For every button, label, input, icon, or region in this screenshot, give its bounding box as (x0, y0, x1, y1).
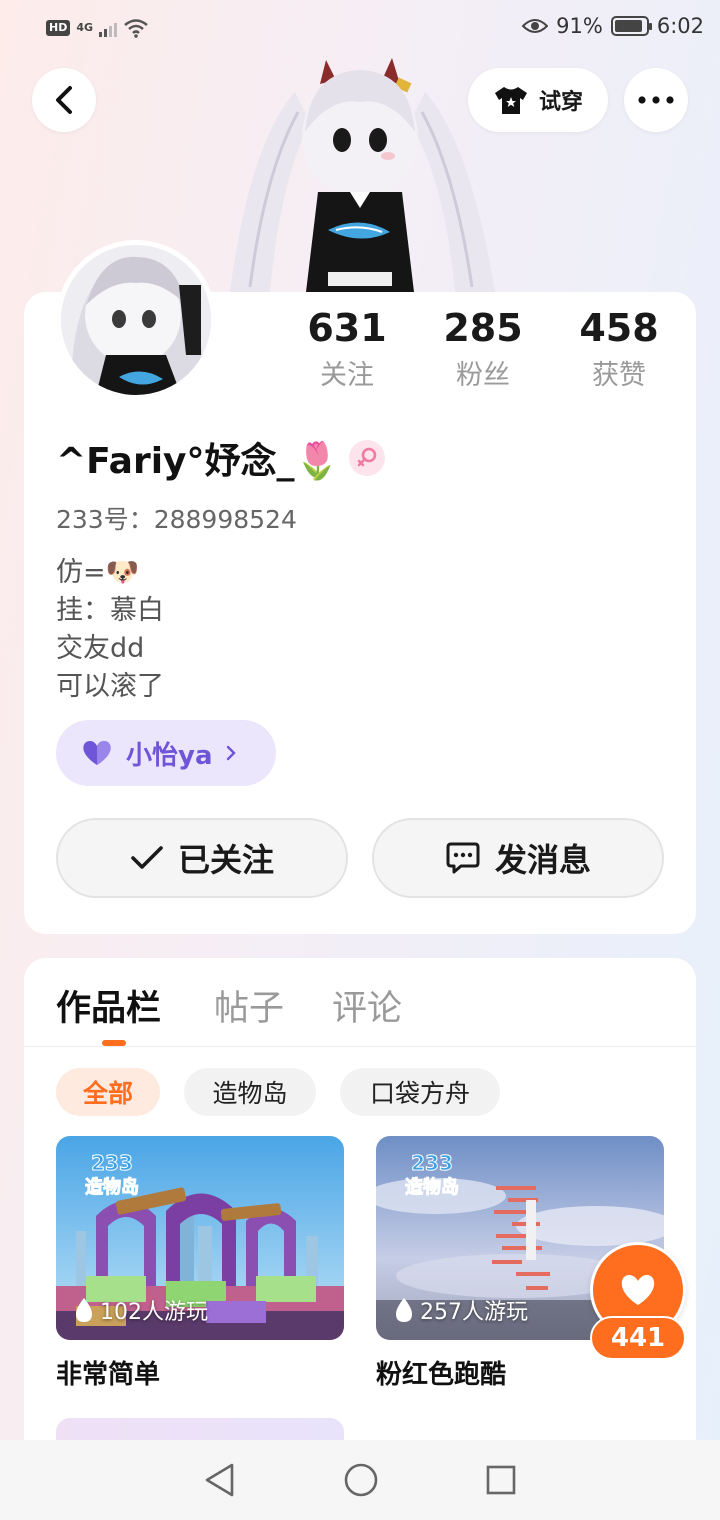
badge-number: 233 (91, 1151, 133, 1175)
stat-following[interactable]: 631 关注 (282, 306, 412, 396)
back-arrow-icon (56, 86, 72, 114)
nav-back-icon[interactable] (203, 1462, 237, 1498)
tab-comments[interactable]: 评论 (332, 980, 402, 1031)
game-card[interactable]: 233 造物岛 102人游玩 非常简单 (56, 1136, 344, 1391)
game-thumbnail: 233 造物岛 102人游玩 (56, 1136, 344, 1340)
play-count: 257人游玩 (394, 1294, 528, 1326)
stat-fans[interactable]: 285 粉丝 (418, 306, 548, 396)
nickname: ^Fariy°妤念_🌷 (56, 441, 340, 482)
hd-icon: HD (46, 20, 71, 36)
send-message-button[interactable]: 发消息 (372, 818, 664, 898)
battery-percent: 91% (556, 14, 603, 38)
filter-creation-island[interactable]: 造物岛 (184, 1068, 316, 1116)
wifi-icon (124, 19, 148, 38)
followed-button[interactable]: 已关注 (56, 818, 348, 898)
avatar-figure-image (230, 58, 495, 292)
nav-recents-icon[interactable] (485, 1464, 517, 1496)
status-left: HD 4G (46, 18, 149, 38)
more-button[interactable] (624, 68, 688, 132)
creation-island-logo: 233 造物岛 (405, 1151, 460, 1199)
avatar-image (61, 245, 211, 395)
cp-tag-button[interactable]: 小怡ya (56, 720, 276, 786)
bio: 仿=🐶 挂：慕白 交友dd 可以滚了 (56, 554, 164, 706)
stat-likes[interactable]: 458 获赞 (554, 306, 684, 396)
filter-all[interactable]: 全部 (56, 1068, 160, 1116)
eye-icon (522, 19, 549, 33)
game-title: 非常简单 (56, 1360, 161, 1390)
likes-label: 获赞 (592, 360, 646, 391)
badge-text: 造物岛 (405, 1176, 459, 1198)
send-message-label: 发消息 (494, 841, 591, 879)
followed-label: 已关注 (177, 841, 274, 879)
chevron-right-icon (226, 745, 236, 761)
filter-pocket-ark[interactable]: 口袋方舟 (340, 1068, 500, 1116)
system-nav-bar (0, 1440, 720, 1520)
back-button[interactable] (32, 68, 96, 132)
tab-posts[interactable]: 帖子 (214, 980, 284, 1031)
chat-icon (446, 842, 480, 874)
likes-count: 458 (579, 306, 659, 350)
like-count: 441 (590, 1316, 686, 1360)
fans-label: 粉丝 (456, 360, 510, 391)
nickname-row: ^Fariy°妤念_🌷 (56, 432, 386, 484)
creation-island-logo: 233 造物岛 (85, 1151, 140, 1199)
battery-icon (610, 16, 652, 36)
play-count-text: 257人游玩 (420, 1300, 528, 1325)
flame-icon (76, 1298, 92, 1322)
female-icon (349, 440, 386, 476)
following-count: 631 (307, 306, 387, 350)
following-label: 关注 (320, 360, 374, 391)
bio-line: 挂：慕白 (56, 595, 164, 626)
heart-icon (83, 741, 111, 765)
play-count-text: 102人游玩 (100, 1300, 208, 1325)
divider (24, 1046, 696, 1047)
status-bar: HD 4G 91% 6:02 (0, 0, 720, 58)
bio-line: 交友dd (56, 633, 145, 664)
avatar[interactable] (56, 240, 216, 400)
badge-number: 233 (411, 1151, 453, 1175)
more-icon (638, 96, 674, 104)
network-type: 4G (76, 21, 94, 34)
status-right: 91% 6:02 (522, 14, 704, 38)
flame-icon (396, 1298, 412, 1322)
works-card: 作品栏 帖子 评论 全部 造物岛 口袋方舟 233 造物岛 102人游玩 非常简… (24, 958, 696, 1520)
bio-line: 可以滚了 (56, 671, 164, 702)
check-icon (131, 846, 163, 869)
signal-icon (99, 19, 118, 37)
tab-works[interactable]: 作品栏 (56, 980, 161, 1031)
nav-home-icon[interactable] (343, 1462, 379, 1498)
user-id: 233号：288998524 (56, 505, 297, 534)
bio-line: 仿=🐶 (56, 557, 140, 588)
clock: 6:02 (656, 14, 704, 38)
try-on-label: 试穿 (538, 90, 583, 115)
play-count: 102人游玩 (74, 1294, 208, 1326)
badge-text: 造物岛 (85, 1176, 139, 1198)
heart-icon (621, 1275, 655, 1305)
fans-count: 285 (443, 306, 523, 350)
cp-name: 小怡ya (126, 740, 213, 771)
